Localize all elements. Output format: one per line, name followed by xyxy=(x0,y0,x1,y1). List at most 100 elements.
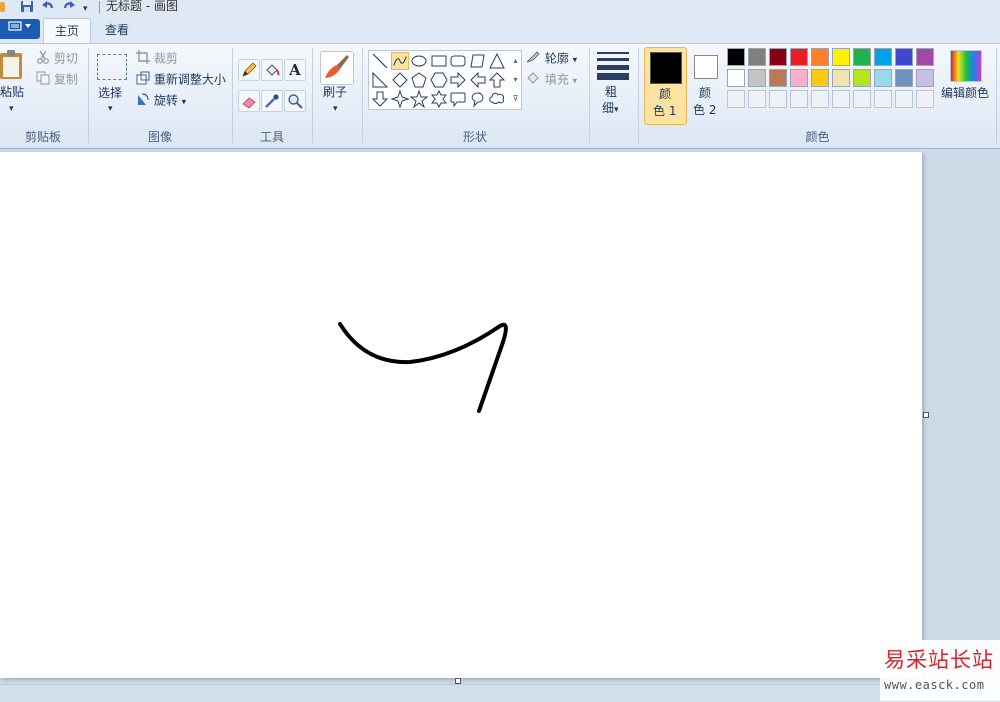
shape-rounded-callout-icon[interactable] xyxy=(449,90,467,108)
select-dropdown-icon[interactable]: ▾ xyxy=(108,101,113,117)
palette-swatch[interactable] xyxy=(727,69,745,87)
shape-right-triangle-icon[interactable] xyxy=(371,71,389,89)
palette-custom-slot[interactable] xyxy=(853,90,871,108)
palette-swatch[interactable] xyxy=(748,48,766,66)
shape-curve-icon[interactable] xyxy=(390,52,409,70)
palette-custom-slot[interactable] xyxy=(769,90,787,108)
shapes-gallery: ▴ ▾ ⊽ xyxy=(368,50,522,110)
fill-icon[interactable] xyxy=(261,59,283,81)
shape-down-arrow-icon[interactable] xyxy=(371,90,389,108)
select-button[interactable]: 选择 xyxy=(98,85,122,101)
palette-swatch[interactable] xyxy=(811,48,829,66)
brushes-button[interactable]: 刷子 xyxy=(323,84,347,100)
palette-swatch[interactable] xyxy=(916,48,934,66)
title-separator xyxy=(99,1,100,14)
palette-swatch[interactable] xyxy=(748,69,766,87)
window-title: 无标题 - 画图 xyxy=(106,0,178,13)
palette-custom-slot[interactable] xyxy=(832,90,850,108)
shapes-scroll-down-icon[interactable]: ▾ xyxy=(511,71,520,88)
palette-swatch[interactable] xyxy=(895,48,913,66)
brush-icon[interactable] xyxy=(320,51,354,85)
shape-six-point-star-icon[interactable] xyxy=(430,90,448,108)
select-icon[interactable] xyxy=(97,54,127,80)
shapes-expand-icon[interactable]: ⊽ xyxy=(511,90,520,107)
watermark-url: www.easck.com xyxy=(884,678,985,692)
shape-pentagon-icon[interactable] xyxy=(410,71,428,89)
edit-colors-button[interactable]: 编辑颜色 xyxy=(941,85,989,101)
undo-icon[interactable] xyxy=(41,0,55,16)
palette-swatch[interactable] xyxy=(790,48,808,66)
shape-line-icon[interactable] xyxy=(371,52,389,70)
shape-four-point-star-icon[interactable] xyxy=(390,90,409,108)
palette-custom-slot[interactable] xyxy=(916,90,934,108)
copy-button[interactable]: 复制 xyxy=(36,71,78,89)
text-icon[interactable]: A xyxy=(284,59,306,81)
palette-swatch[interactable] xyxy=(769,69,787,87)
palette-swatch[interactable] xyxy=(790,69,808,87)
palette-swatch[interactable] xyxy=(853,69,871,87)
shape-polygon-icon[interactable] xyxy=(469,52,487,70)
tab-view[interactable]: 查看 xyxy=(94,18,140,43)
palette-swatch[interactable] xyxy=(916,69,934,87)
outline-button[interactable]: 轮廓 ▾ xyxy=(525,50,577,69)
palette-custom-slot[interactable] xyxy=(811,90,829,108)
shape-triangle-icon[interactable] xyxy=(488,52,506,70)
palette-custom-slot[interactable] xyxy=(874,90,892,108)
palette-swatch[interactable] xyxy=(832,69,850,87)
rotate-button[interactable]: 旋转 ▾ xyxy=(136,92,186,111)
eraser-icon[interactable] xyxy=(238,90,260,112)
resize-button[interactable]: 重新调整大小 xyxy=(136,71,226,89)
paste-dropdown-icon[interactable]: ▾ xyxy=(9,101,14,117)
shape-up-arrow-icon[interactable] xyxy=(488,71,506,89)
save-icon[interactable] xyxy=(20,0,34,16)
brushes-dropdown-icon[interactable]: ▾ xyxy=(333,101,338,117)
cut-button[interactable]: 剪切 xyxy=(36,50,78,68)
palette-swatch[interactable] xyxy=(727,48,745,66)
paste-button[interactable]: 粘贴 xyxy=(0,84,24,100)
crop-button[interactable]: 裁剪 xyxy=(136,50,178,68)
tab-home[interactable]: 主页 xyxy=(43,18,91,44)
drawing-canvas[interactable] xyxy=(0,152,922,678)
palette-custom-slot[interactable] xyxy=(895,90,913,108)
color1-button[interactable]: 颜 色 1 xyxy=(644,47,687,125)
fill-label: 填充 xyxy=(544,72,569,87)
size-lines-icon[interactable] xyxy=(597,50,629,80)
size-label-bottom: 细 xyxy=(602,101,615,115)
size-button[interactable]: 细▾ xyxy=(602,100,619,118)
shapes-group-label: 形状 xyxy=(462,130,487,144)
palette-swatch[interactable] xyxy=(874,48,892,66)
palette-swatch[interactable] xyxy=(832,48,850,66)
fill-button[interactable]: 填充 ▾ xyxy=(525,71,577,90)
shape-right-arrow-icon[interactable] xyxy=(449,71,467,89)
palette-custom-slot[interactable] xyxy=(727,90,745,108)
shape-left-arrow-icon[interactable] xyxy=(469,71,487,89)
palette-swatch[interactable] xyxy=(874,69,892,87)
file-menu-button[interactable] xyxy=(0,19,40,39)
shape-five-point-star-icon[interactable] xyxy=(410,90,428,108)
shape-hexagon-icon[interactable] xyxy=(429,71,448,89)
canvas-resize-handle-right[interactable] xyxy=(923,412,929,418)
shape-cloud-callout-icon[interactable] xyxy=(488,90,506,108)
color2-button[interactable]: 颜 色 2 xyxy=(689,47,723,123)
group-separator xyxy=(88,48,89,144)
magnifier-icon[interactable] xyxy=(284,90,306,112)
shape-rectangle-icon[interactable] xyxy=(430,52,448,70)
palette-custom-slot[interactable] xyxy=(790,90,808,108)
customize-dropdown-icon[interactable]: ▾ xyxy=(83,2,88,16)
shape-diamond-icon[interactable] xyxy=(391,71,409,89)
edit-colors-icon[interactable] xyxy=(950,50,982,82)
color-picker-icon[interactable] xyxy=(261,90,283,112)
palette-swatch[interactable] xyxy=(895,69,913,87)
shape-rounded-rectangle-icon[interactable] xyxy=(449,52,467,70)
pencil-icon[interactable] xyxy=(238,59,260,81)
redo-icon[interactable] xyxy=(62,0,76,16)
size-label-top[interactable]: 粗 xyxy=(605,84,617,100)
shape-oval-icon[interactable] xyxy=(410,52,428,70)
shape-oval-callout-icon[interactable] xyxy=(469,90,487,108)
palette-swatch[interactable] xyxy=(769,48,787,66)
palette-swatch[interactable] xyxy=(853,48,871,66)
paste-icon[interactable] xyxy=(0,50,26,80)
shapes-scroll-up-icon[interactable]: ▴ xyxy=(511,52,520,69)
palette-swatch[interactable] xyxy=(811,69,829,87)
palette-custom-slot[interactable] xyxy=(748,90,766,108)
